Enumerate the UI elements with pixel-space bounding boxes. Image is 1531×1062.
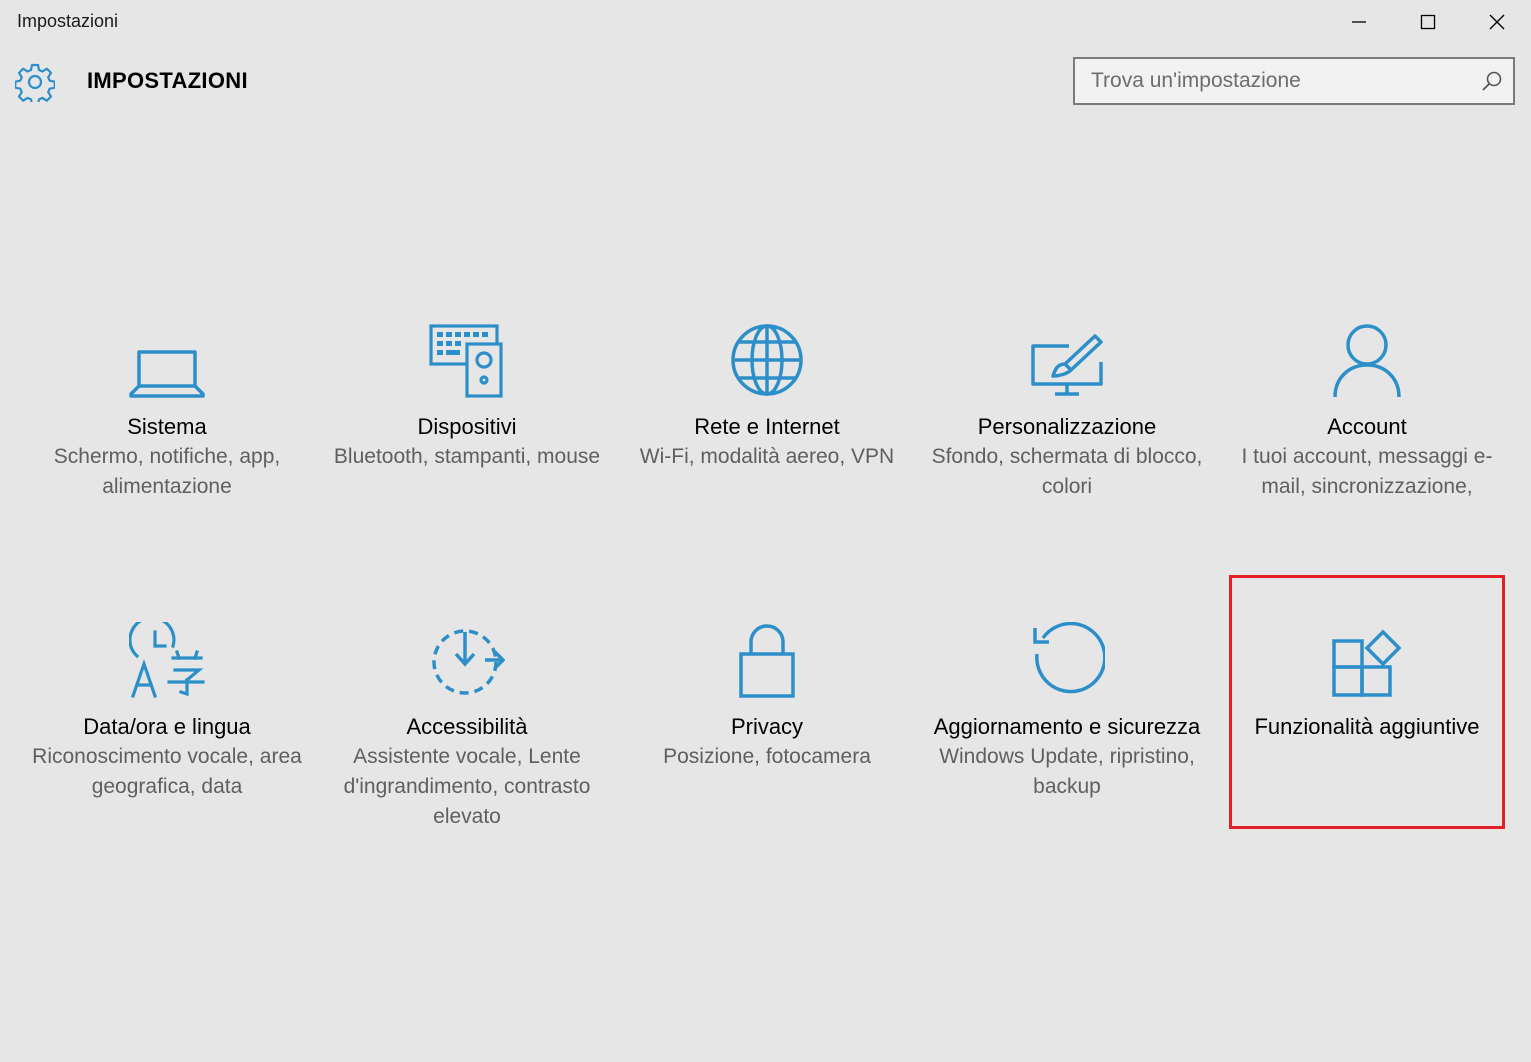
maximize-button[interactable]	[1393, 0, 1462, 44]
time-language-icon	[129, 622, 205, 698]
gear-icon	[15, 63, 55, 102]
category-label: Rete e Internet	[694, 414, 840, 439]
category-rete-internet[interactable]: Rete e Internet Wi-Fi, modalità aereo, V…	[617, 318, 917, 472]
extras-icon	[1332, 629, 1402, 697]
category-description: Windows Update, ripristino, backup	[939, 745, 1195, 798]
settings-header: IMPOSTAZIONI	[0, 56, 1531, 110]
category-description: Sfondo, schermata di blocco, colori	[931, 445, 1203, 498]
paintbrush-icon	[1031, 334, 1103, 396]
globe-icon	[731, 324, 803, 396]
category-privacy[interactable]: Privacy Posizione, fotocamera	[617, 618, 917, 772]
category-description: Wi-Fi, modalità aereo, VPN	[639, 445, 895, 468]
category-label: Account	[1327, 414, 1407, 439]
lock-icon	[739, 624, 795, 698]
title-bar: Impostazioni	[0, 0, 1531, 44]
category-description: I tuoi account, messaggi e-mail, sincron…	[1241, 445, 1493, 498]
category-label: Aggiornamento e sicurezza	[933, 714, 1201, 739]
close-icon	[1489, 14, 1504, 30]
laptop-icon	[129, 350, 205, 398]
page-title: IMPOSTAZIONI	[87, 68, 248, 93]
category-label: Dispositivi	[417, 414, 517, 439]
close-button[interactable]	[1462, 0, 1531, 44]
window-title: Impostazioni	[17, 11, 119, 31]
category-description: Riconoscimento vocale, area geografica, …	[32, 745, 302, 798]
category-aggiornamento-sicurezza[interactable]: Aggiornamento e sicurezza Windows Update…	[917, 618, 1217, 802]
category-description: Bluetooth, stampanti, mouse	[333, 445, 601, 468]
devices-icon	[429, 324, 503, 398]
category-label: Accessibilità	[406, 714, 528, 739]
search-input[interactable]	[1091, 59, 1471, 103]
maximize-icon	[1420, 14, 1435, 30]
category-label: Privacy	[730, 714, 804, 739]
category-label: Personalizzazione	[977, 414, 1157, 439]
minimize-icon	[1351, 21, 1366, 23]
category-sistema[interactable]: Sistema Schermo, notifiche, app, aliment…	[17, 318, 317, 502]
category-description: Posizione, fotocamera	[663, 745, 871, 768]
category-label: Data/ora e lingua	[83, 714, 251, 739]
category-dispositivi[interactable]: Dispositivi Bluetooth, stampanti, mouse	[317, 318, 617, 472]
update-icon	[1033, 622, 1105, 694]
category-account[interactable]: Account I tuoi account, messaggi e-mail,…	[1217, 318, 1517, 502]
category-description: Assistente vocale, Lente d'ingrandimento…	[343, 745, 591, 828]
minimize-button[interactable]	[1324, 0, 1393, 44]
person-icon	[1333, 324, 1401, 398]
ease-of-access-icon	[432, 629, 505, 695]
search-icon[interactable]	[1481, 70, 1503, 92]
category-label: Sistema	[127, 414, 207, 439]
category-funzionalita-aggiuntive[interactable]: Funzionalità aggiuntive	[1217, 618, 1517, 742]
category-accessibilita[interactable]: Accessibilità Assistente vocale, Lente d…	[317, 618, 617, 832]
category-personalizzazione[interactable]: Personalizzazione Sfondo, schermata di b…	[917, 318, 1217, 502]
category-data-ora-lingua[interactable]: Data/ora e lingua Riconoscimento vocale,…	[17, 618, 317, 802]
category-description: Schermo, notifiche, app, alimentazione	[53, 445, 281, 498]
search-box[interactable]	[1073, 57, 1515, 105]
window-controls	[1324, 0, 1531, 44]
category-label: Funzionalità aggiuntive	[1254, 714, 1480, 739]
